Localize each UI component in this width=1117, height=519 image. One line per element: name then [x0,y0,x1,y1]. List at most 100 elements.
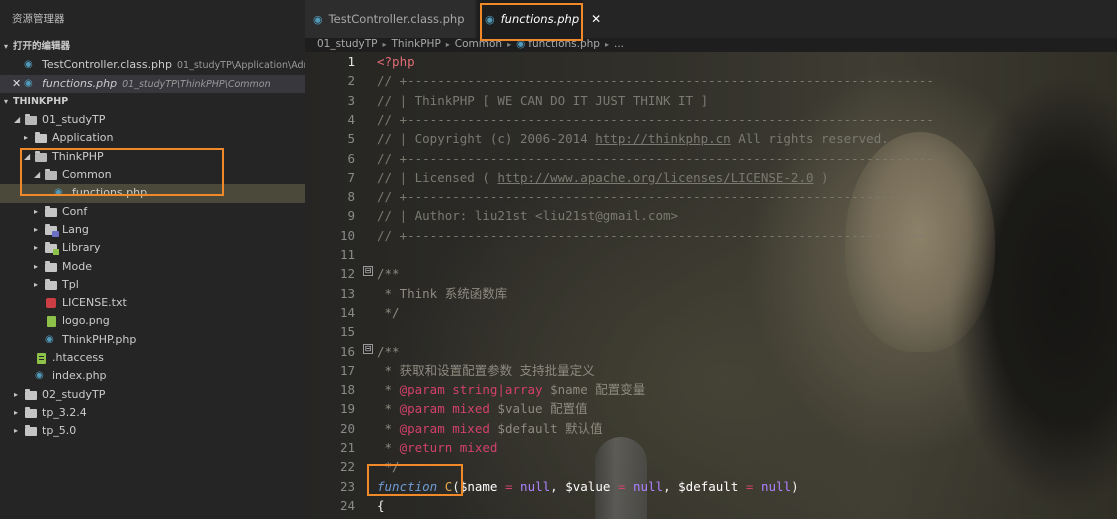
code-line: <?php [377,54,415,69]
line-number: 11 [339,247,355,262]
close-icon[interactable]: ✕ [591,0,601,38]
line-number: 24 [339,497,355,513]
code-line: // +------------------------------------… [377,150,934,166]
code-line: /** [377,266,400,282]
line-number: 15 [339,324,355,340]
open-editor-item-functions[interactable]: ✕ ◉ functions.php 01_studyTP\ThinkPHP\Com… [0,74,305,93]
php-file-icon: ◉ [45,333,54,345]
line-number: 9 [347,208,355,224]
open-editor-path: 01_studyTP\Application\Admin\... [177,60,305,72]
code-line: * @param mixed $value 配置值 [377,401,588,417]
folder-icon [45,260,57,272]
folder-icon [25,425,37,437]
line-number: 10 [339,227,355,243]
line-number: 7 [347,169,355,185]
tree-item-tp-3-2-4[interactable]: ▸ tp_3.2.4 [0,404,305,422]
line-number: 22 [339,459,355,475]
chevron-right-icon: ▸ [14,407,19,417]
code-line: * @param string|array $name 配置变量 [377,382,646,398]
line-number: 17 [339,362,355,378]
line-number: 25 [305,515,355,519]
highlight-box-active-tab [480,3,583,41]
tree-item-htaccess[interactable]: .htaccess [0,349,305,367]
license-file-icon [46,298,56,309]
code-line: // +------------------------------------… [377,111,934,127]
tree-item-index-php[interactable]: ◉ index.php [0,367,305,385]
code-line: * Think 系统函数库 [377,285,508,301]
tree-item-application[interactable]: ▸ Application [0,129,305,147]
line-number: 8 [347,189,355,205]
open-editor-path: 01_studyTP\ThinkPHP\Common [122,78,271,90]
line-number: 5 [347,131,355,147]
code-line: // +------------------------------------… [377,73,934,89]
code-line: // | Licensed ( http://www.apache.org/li… [377,169,829,185]
code-area[interactable]: <?php // +-------------------------------… [377,52,1117,519]
line-number: 6 [347,150,355,166]
folder-icon [45,278,57,290]
line-number: 20 [339,420,355,436]
open-editor-name: functions.php [42,76,118,90]
breadcrumb: 01_studyTP ▸ ThinkPHP ▸ Common ▸ ◉ functions.ph… [305,38,1117,52]
folder-icon [25,388,37,400]
line-number: 13 [339,285,355,301]
open-editors-header[interactable]: ▾ 打开的编辑器 [0,38,305,56]
code-editor[interactable]: 1234567891011121314151617181920212223242… [305,52,1117,519]
breadcrumb-item[interactable]: 01_studyTP [317,38,377,50]
tree-item-tp-5-0[interactable]: ▸ tp_5.0 [0,422,305,440]
line-number: 12 [339,266,355,282]
close-icon[interactable]: ✕ [12,75,21,93]
code-line: // | Copyright (c) 2006-2014 http://thin… [377,131,889,147]
chevron-right-icon: ▸ [604,40,609,49]
folder-library-icon [45,242,59,256]
fold-icon[interactable]: ⊟ [363,266,373,276]
tree-item-mode[interactable]: ▸ Mode [0,258,305,276]
tree-item-02-studytp[interactable]: ▸ 02_studyTP [0,386,305,404]
breadcrumb-item[interactable]: ... [614,38,624,50]
code-line: /** [377,343,400,359]
tree-item-license-txt[interactable]: LICENSE.txt [0,294,305,312]
tab-testcontroller[interactable]: ◉ TestController.class.php [305,0,475,38]
folder-icon [45,205,57,217]
chevron-down-icon: ▾ [4,96,9,106]
code-line: * @param mixed $default 默认值 [377,420,603,436]
tree-item-logo-png[interactable]: logo.png [0,312,305,330]
chevron-right-icon: ▸ [14,389,19,399]
workspace-header[interactable]: ▾ THINKPHP [0,93,305,111]
explorer-title: 资源管理器 [12,13,65,25]
tree-item-thinkphp-php[interactable]: ◉ ThinkPHP.php [0,331,305,349]
line-number: 21 [339,440,355,455]
code-line: static $_config = array(); [377,515,603,519]
tree-item-01-studytp[interactable]: ◢ 01_studyTP [0,111,305,129]
highlight-box-tree-common [20,148,224,196]
code-line: */ [377,304,400,320]
php-file-icon: ◉ [35,370,44,382]
line-number-gutter: 1234567891011121314151617181920212223242… [305,52,357,519]
fold-icon[interactable]: ⊟ [363,344,373,354]
highlight-box-function-keyword [367,464,463,496]
open-editor-item-testcontroller[interactable]: ◉ TestController.class.php 01_studyTP\App… [0,56,305,74]
line-number: 3 [347,92,355,108]
line-number: 4 [347,111,355,127]
line-number: 18 [339,382,355,398]
breadcrumb-item[interactable]: ThinkPHP [392,38,441,50]
code-line: * @return mixed [377,440,498,455]
chevron-down-icon: ▾ [4,42,9,51]
chevron-right-icon: ▸ [34,206,39,216]
code-line: // +------------------------------------… [377,227,934,243]
chevron-right-icon: ▸ [14,426,19,436]
chevron-right-icon: ▸ [382,40,387,49]
tree-item-lang[interactable]: ▸ Lang [0,221,305,239]
image-file-icon [47,316,56,328]
tree-item-conf[interactable]: ▸ Conf [0,203,305,221]
tree-item-tpl[interactable]: ▸ Tpl [0,276,305,294]
explorer-sidebar: 资源管理器 ▾ 打开的编辑器 ◉ TestController.class.ph… [0,0,305,519]
folder-icon [25,406,37,418]
chevron-right-icon: ▸ [24,133,29,143]
code-line: * 获取和设置配置参数 支持批量定义 [377,362,595,378]
tree-item-library[interactable]: ▸ Library [0,239,305,257]
config-file-icon [37,353,46,365]
chevron-right-icon: ▸ [34,224,39,234]
chevron-right-icon: ▸ [34,261,39,271]
folder-icon [35,132,47,144]
open-editor-name: TestController.class.php [42,58,172,72]
